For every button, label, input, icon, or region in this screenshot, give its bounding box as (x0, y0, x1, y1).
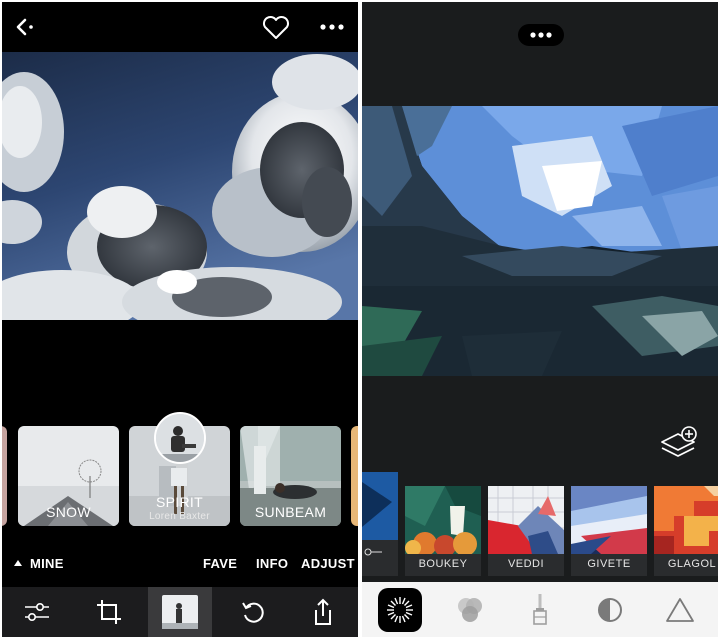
preset-card-veddi[interactable]: VEDDI (488, 486, 564, 576)
tab-info[interactable]: INFO (256, 556, 288, 571)
tab-mine[interactable]: MINE (14, 556, 64, 571)
avatar[interactable] (154, 412, 206, 464)
preset-card-boukey[interactable]: BOUKEY (405, 486, 481, 576)
chevron-left-icon[interactable] (8, 12, 38, 42)
filter-name: SPIRIT (156, 494, 203, 510)
filter-card[interactable] (2, 426, 7, 526)
bottom-toolbar (362, 582, 718, 637)
contrast-icon[interactable] (588, 588, 632, 632)
triangle-icon[interactable] (658, 588, 702, 632)
preset-card[interactable] (362, 472, 398, 576)
crop-icon[interactable] (74, 587, 144, 637)
filter-thumbnail[interactable] (148, 587, 212, 637)
heart-icon[interactable] (260, 12, 292, 42)
share-icon[interactable] (288, 587, 358, 637)
preset-card-givete[interactable]: GIVETE (571, 486, 647, 576)
preset-name: GLAGOL (667, 558, 717, 570)
ellipsis-icon[interactable] (317, 15, 347, 39)
preset-carousel[interactable]: BOUKEY VEDDI GIVETE GLAGOL (362, 472, 718, 578)
tab-mine-label: MINE (30, 556, 64, 571)
photo-preview[interactable] (2, 52, 358, 320)
add-layer-icon[interactable] (658, 426, 698, 462)
filter-name: SNOW (46, 504, 91, 520)
preset-card-glagol[interactable]: GLAGOL (654, 486, 718, 576)
preset-name: BOUKEY (418, 558, 468, 570)
right-phone-screen: BOUKEY VEDDI GIVETE GLAGOL (362, 2, 718, 637)
filter-card-sunbeam[interactable]: SUNBEAM (240, 426, 341, 526)
filter-card-snow[interactable]: SNOW (18, 426, 119, 526)
filter-name: SUNBEAM (254, 504, 327, 520)
brush-icon[interactable] (518, 588, 562, 632)
triangle-up-icon (14, 560, 22, 566)
thumbnail-image (162, 595, 198, 629)
left-phone-screen: SNOW SPIRIT Loren Baxter SUNBEAM MINE FA… (2, 2, 358, 637)
top-bar (2, 2, 358, 52)
starburst-icon[interactable] (378, 588, 422, 632)
ellipsis-icon[interactable] (518, 24, 564, 46)
filter-card[interactable] (351, 426, 358, 526)
color-circles-icon[interactable] (448, 588, 492, 632)
rotate-icon[interactable] (218, 587, 288, 637)
bottom-toolbar (2, 587, 358, 637)
tab-fave[interactable]: FAVE (203, 556, 237, 571)
preset-name: GIVETE (587, 558, 631, 570)
photo-preview[interactable] (362, 106, 718, 376)
preset-name: VEDDI (507, 558, 545, 570)
tab-adjust[interactable]: ADJUST (301, 556, 355, 571)
filter-tabs: MINE FAVE INFO ADJUST (2, 542, 358, 586)
sliders-icon[interactable] (2, 587, 72, 637)
filter-author: Loren Baxter (149, 511, 210, 522)
